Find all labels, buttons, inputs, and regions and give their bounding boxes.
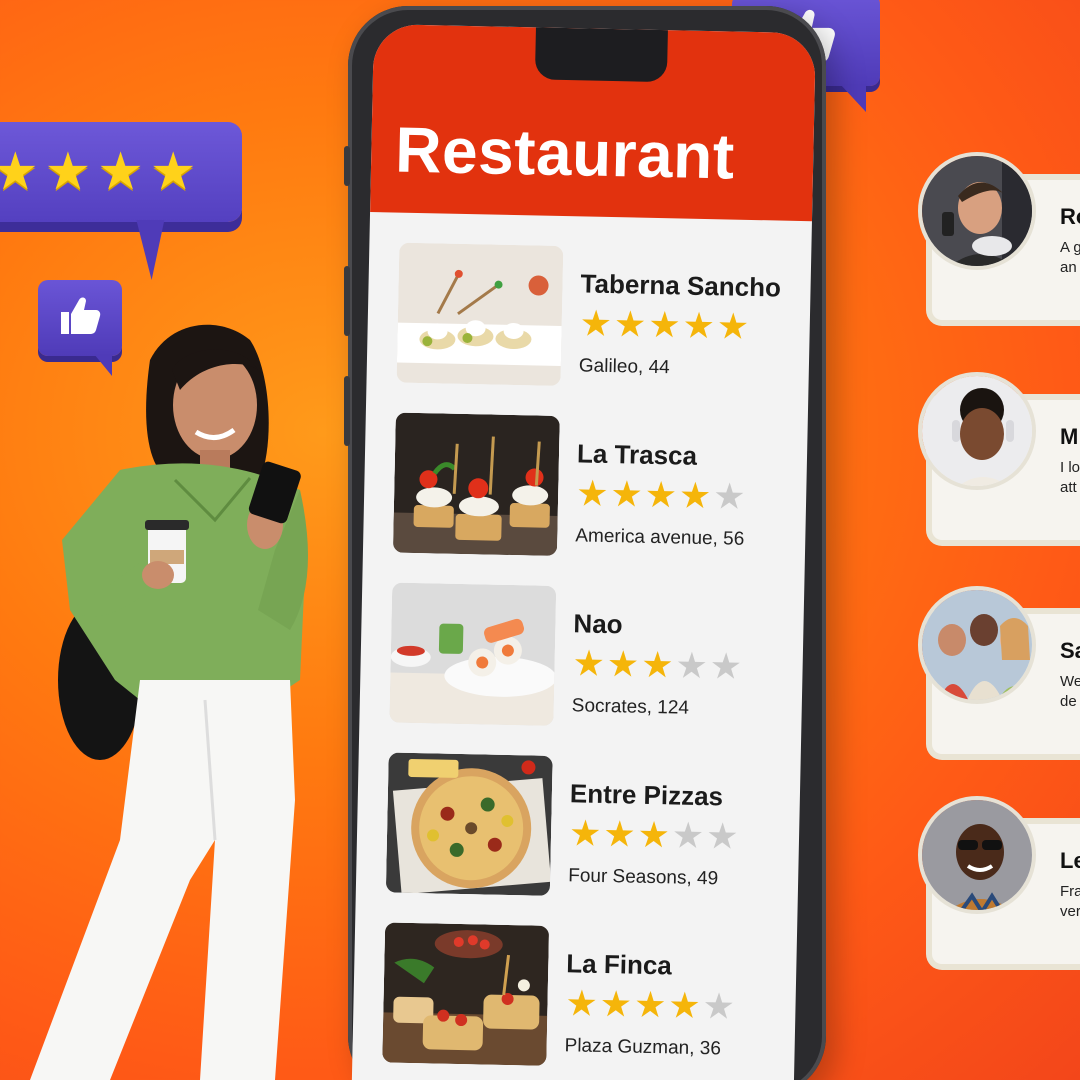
restaurant-address: Four Seasons, 49 (567, 865, 719, 890)
avatar (918, 796, 1036, 914)
star-rating: ★★★★★ (565, 982, 738, 1027)
star-filled-icon: ★ (682, 304, 718, 347)
phone-screen: Restaurant Taberna Sancho ★★★★★ Galileo,… (351, 24, 816, 1080)
app-title: Restaurant (394, 113, 736, 193)
review-card[interactable]: Sa We de (918, 586, 1080, 754)
star-empty-icon: ★ (671, 814, 707, 857)
star-filled-icon: ★ (602, 812, 639, 855)
review-text-line: ver (1060, 903, 1080, 920)
review-card[interactable]: Ro A g an (918, 152, 1080, 320)
rating-speech-bubble: ★ ★ ★ ★ (0, 122, 242, 222)
star-filled-icon: ★ (640, 643, 676, 686)
star-icon: ★ (97, 143, 144, 201)
review-text-line: I lo (1060, 459, 1080, 476)
restaurant-item[interactable]: La Trasca ★★★★★ America avenue, 56 (392, 412, 807, 592)
avatar (918, 152, 1036, 270)
review-card[interactable]: M I lo att (918, 372, 1080, 540)
star-filled-icon: ★ (667, 984, 704, 1027)
review-text-line: an (1060, 259, 1077, 276)
star-filled-icon: ★ (599, 982, 635, 1025)
restaurant-name: Entre Pizzas (569, 778, 724, 812)
restaurant-photo (392, 412, 560, 556)
phone-side-button (344, 376, 350, 446)
star-filled-icon: ★ (637, 813, 673, 856)
star-empty-icon: ★ (705, 815, 741, 857)
review-text-line: Fra (1060, 883, 1080, 900)
review-text-line: de (1060, 693, 1077, 710)
star-rating: ★★★★★ (575, 472, 749, 517)
star-empty-icon: ★ (702, 985, 738, 1027)
star-empty-icon: ★ (675, 644, 711, 687)
restaurant-address: America avenue, 56 (575, 525, 745, 550)
star-filled-icon: ★ (678, 474, 714, 517)
star-rating: ★★★★★ (568, 812, 741, 857)
restaurant-item[interactable]: Taberna Sancho ★★★★★ Galileo, 44 (396, 242, 811, 422)
review-text-line: We (1060, 673, 1080, 690)
star-filled-icon: ★ (606, 643, 642, 685)
restaurant-name: La Trasca (576, 438, 698, 471)
star-filled-icon: ★ (644, 473, 680, 516)
star-filled-icon: ★ (647, 303, 684, 346)
review-text-line: att (1060, 479, 1077, 496)
restaurant-address: Socrates, 124 (571, 695, 690, 719)
review-text: I lo att (1060, 458, 1080, 498)
restaurant-list: Taberna Sancho ★★★★★ Galileo, 44 La Tras… (352, 212, 812, 1080)
review-text: A g an (1060, 238, 1080, 278)
star-filled-icon: ★ (568, 812, 604, 854)
star-icon: ★ (149, 143, 197, 201)
woman-with-phone-illustration (0, 320, 340, 1080)
restaurant-address: Plaza Guzman, 36 (564, 1035, 722, 1060)
restaurant-name: Nao (573, 608, 623, 640)
phone-mockup: Restaurant Taberna Sancho ★★★★★ Galileo,… (344, 6, 826, 1080)
review-text-line: A g (1060, 239, 1080, 256)
phone-side-button (344, 266, 350, 336)
restaurant-photo (396, 242, 564, 386)
restaurant-name: La Finca (566, 948, 673, 981)
star-filled-icon: ★ (610, 473, 646, 515)
restaurant-photo (385, 752, 553, 896)
avatar (918, 586, 1036, 704)
app-header: Restaurant (370, 24, 816, 222)
phone-side-button (344, 146, 350, 186)
star-filled-icon: ★ (633, 983, 669, 1026)
phone-notch (534, 27, 668, 83)
restaurant-item[interactable]: Entre Pizzas ★★★★★ Four Seasons, 49 (385, 752, 800, 931)
reviewer-name: Sa (1060, 638, 1080, 663)
restaurant-photo (382, 922, 550, 1066)
restaurant-item[interactable]: La Finca ★★★★★ Plaza Guzman, 36 (382, 922, 797, 1080)
star-rating: ★★★★★ (572, 642, 745, 687)
avatar (918, 372, 1036, 490)
star-filled-icon: ★ (572, 642, 608, 685)
star-empty-icon: ★ (709, 645, 745, 687)
star-filled-icon: ★ (579, 302, 615, 345)
reviewer-name: Ro (1060, 204, 1080, 229)
reviewer-name: M (1060, 424, 1079, 449)
star-icon: ★ (44, 143, 92, 201)
star-icon: ★ (0, 143, 39, 201)
restaurant-photo (389, 582, 557, 726)
star-filled-icon: ★ (613, 303, 649, 345)
star-filled-icon: ★ (575, 472, 611, 515)
star-rating: ★★★★★ (579, 302, 780, 347)
restaurant-address: Galileo, 44 (578, 355, 670, 379)
review-card[interactable]: Le Fra ver (918, 796, 1080, 964)
restaurant-item[interactable]: Nao ★★★★★ Socrates, 124 (389, 582, 804, 762)
reviewer-name: Le (1060, 848, 1080, 873)
star-filled-icon: ★ (716, 305, 752, 347)
review-text: Fra ver (1060, 882, 1080, 922)
restaurant-name: Taberna Sancho (580, 268, 782, 303)
review-text: We de (1060, 672, 1080, 712)
star-empty-icon: ★ (712, 475, 749, 517)
star-filled-icon: ★ (565, 982, 601, 1024)
